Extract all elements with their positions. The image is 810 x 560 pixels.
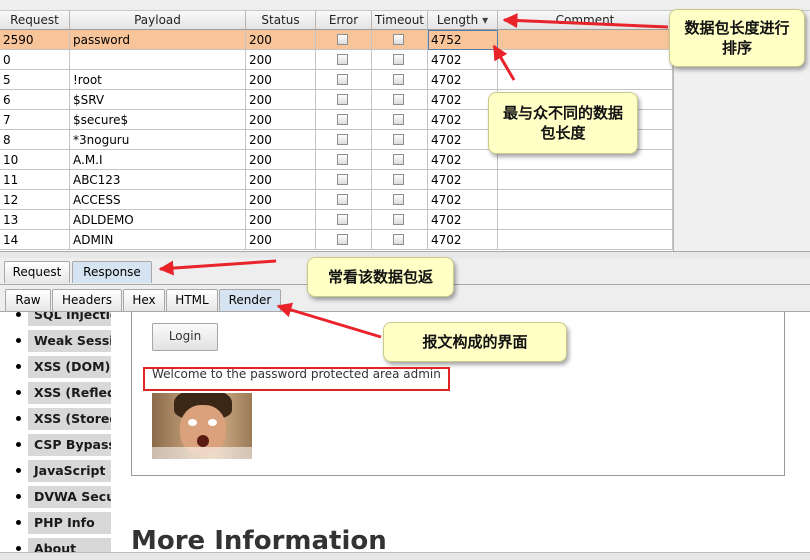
annotation-arrows — [158, 13, 669, 339]
arrow-render-icon — [276, 302, 382, 339]
arrow-sort-icon — [502, 13, 669, 29]
arrow-view-icon — [158, 259, 277, 276]
arrow-diff-icon — [492, 44, 516, 81]
